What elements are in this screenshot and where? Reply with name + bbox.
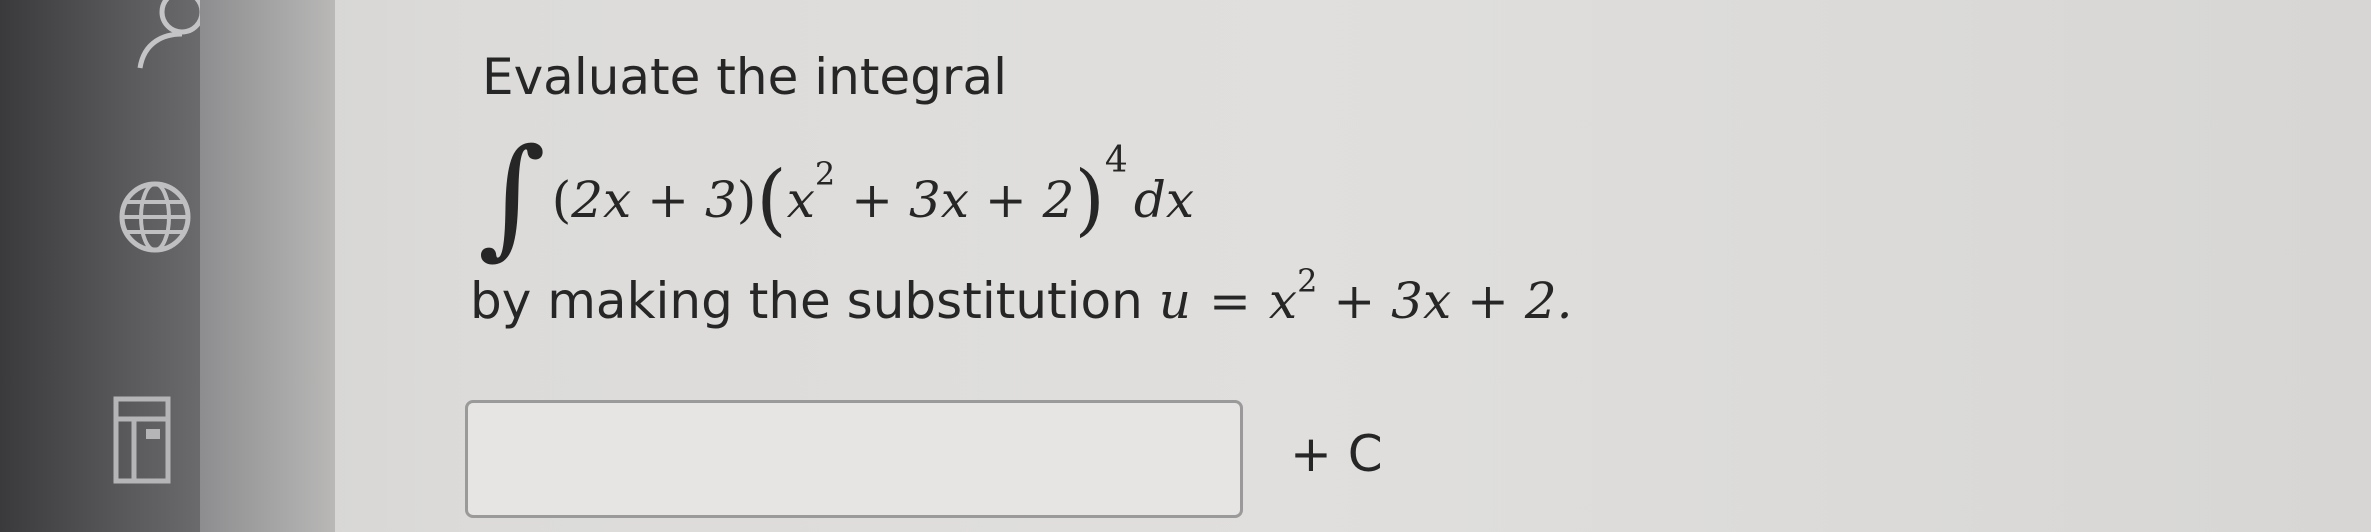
integral-expression: ∫ ( 2x + 3 ) ( x 2 + 3x + 2 ) 4 dx <box>478 130 1194 270</box>
paren-open: ( <box>551 171 572 229</box>
substitution-rest: + 3x + 2. <box>1317 272 1573 330</box>
substitution-line: by making the substitution u = x 2 + 3x … <box>470 262 1573 330</box>
paren-close: ) <box>736 171 757 229</box>
table-icon[interactable] <box>112 395 172 485</box>
constant-of-integration: + C <box>1290 425 1383 483</box>
question-prompt: Evaluate the integral <box>482 48 1008 106</box>
equals-sign: = <box>1208 272 1251 330</box>
substitution-text: by making the substitution <box>470 272 1143 330</box>
big-paren-close: ) <box>1074 155 1105 245</box>
substitution-base: x <box>1268 272 1298 330</box>
outer-exponent: 4 <box>1104 139 1128 181</box>
substitution-exponent: 2 <box>1297 262 1318 300</box>
answer-input[interactable] <box>465 400 1243 518</box>
page: Evaluate the integral ∫ ( 2x + 3 ) ( x 2… <box>0 0 2371 532</box>
inner-exponent: 2 <box>814 155 836 193</box>
sidebar <box>0 0 215 532</box>
sidebar-edge <box>200 0 335 532</box>
globe-icon[interactable] <box>118 180 193 255</box>
substitution-lhs: u <box>1158 272 1191 330</box>
factor-linear: 2x + 3 <box>571 171 737 229</box>
big-paren-open: ( <box>756 155 787 245</box>
differential: dx <box>1133 171 1195 229</box>
inner-base: x <box>786 171 815 229</box>
inner-rest: + 3x + 2 <box>835 171 1075 229</box>
integral-sign: ∫ <box>478 120 546 272</box>
person-icon[interactable] <box>130 0 210 70</box>
